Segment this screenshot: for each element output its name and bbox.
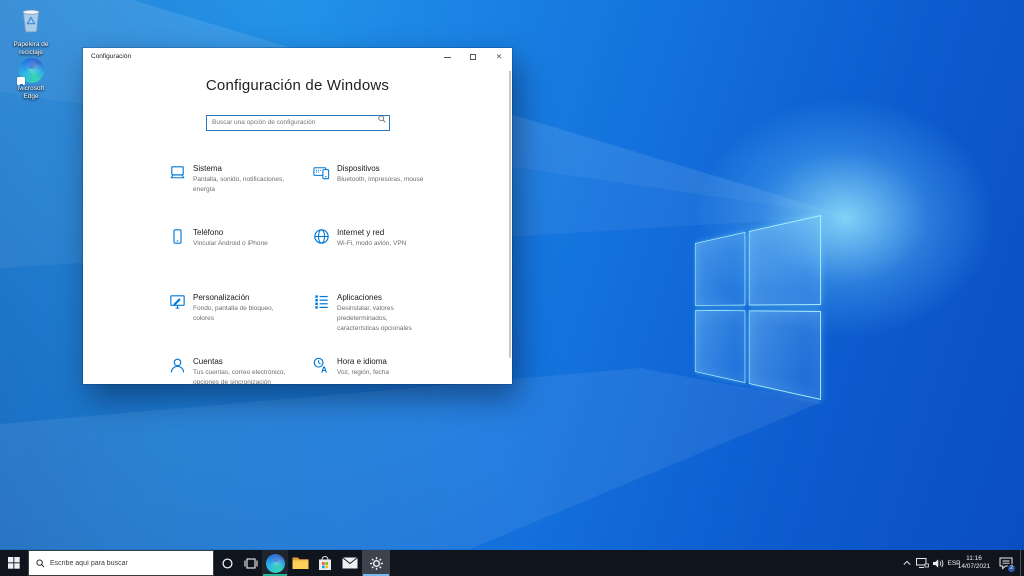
category-title: Aplicaciones	[337, 293, 455, 302]
category-personalizacion[interactable]: Personalización Fondo, pantalla de bloqu…	[168, 292, 311, 324]
desktop-icon-recycle-bin[interactable]: Papelera de reciclaje	[2, 7, 60, 57]
notification-count-badge: 2	[1007, 564, 1016, 573]
microsoft-store-button[interactable]	[312, 550, 337, 576]
category-aplicaciones[interactable]: Aplicaciones Desinstalar, valores predet…	[312, 292, 455, 334]
accounts-icon	[168, 356, 187, 375]
window-title: Configuración	[91, 53, 131, 60]
ethernet-network-icon	[916, 558, 929, 569]
category-desc: Vincular Android o iPhone	[193, 239, 311, 249]
window-titlebar[interactable]: Configuración ✕	[83, 48, 512, 66]
category-desc: Fondo, pantalla de bloqueo, colores	[193, 304, 311, 324]
taskbar-search-box[interactable]	[28, 550, 214, 576]
system-icon	[168, 163, 187, 182]
tray-date: 14/07/2021	[958, 563, 991, 571]
mail-button[interactable]	[337, 550, 362, 576]
category-title: Personalización	[193, 293, 311, 302]
shortcut-arrow-icon	[17, 77, 25, 85]
file-explorer-button[interactable]	[288, 550, 312, 576]
taskbar-search-input[interactable]	[50, 560, 190, 567]
desktop-icon-label: Papelera de reciclaje	[2, 41, 60, 57]
category-title: Hora e idioma	[337, 357, 455, 366]
category-desc: Pantalla, sonido, notificaciones, energí…	[193, 175, 311, 195]
logo-pane	[749, 310, 821, 400]
settings-header: Configuración de Windows	[83, 77, 512, 94]
category-title: Dispositivos	[337, 164, 455, 173]
tray-time: 11:16	[966, 555, 982, 563]
category-desc: Bluetooth, impresoras, mouse	[337, 175, 455, 185]
close-button[interactable]: ✕	[486, 48, 512, 66]
search-icon	[378, 115, 386, 123]
category-title: Internet y red	[337, 228, 455, 237]
show-hidden-icons-button[interactable]	[899, 550, 914, 576]
action-center-button[interactable]: 2	[994, 550, 1018, 576]
minimize-button[interactable]	[434, 48, 460, 66]
cortana-icon	[222, 558, 233, 569]
file-explorer-icon	[292, 556, 309, 570]
mail-icon	[342, 557, 358, 569]
category-desc: Wi-Fi, modo avión, VPN	[337, 239, 455, 249]
gear-icon	[369, 556, 384, 571]
desktop-icon-label: Microsoft Edge	[2, 85, 60, 101]
globe-icon	[312, 227, 331, 246]
category-desc: Desinstalar, valores predeterminados, ca…	[337, 304, 455, 334]
category-sistema[interactable]: Sistema Pantalla, sonido, notificaciones…	[168, 163, 311, 195]
search-icon	[36, 559, 45, 568]
maximize-icon	[470, 54, 476, 60]
category-title: Sistema	[193, 164, 311, 173]
devices-icon	[312, 163, 331, 182]
logo-pane	[695, 310, 745, 383]
clock[interactable]: 11:16 14/07/2021	[954, 550, 994, 576]
microsoft-store-icon	[317, 556, 333, 571]
category-desc: Voz, región, fecha	[337, 368, 455, 378]
category-title: Teléfono	[193, 228, 311, 237]
category-dispositivos[interactable]: Dispositivos Bluetooth, impresoras, mous…	[312, 163, 455, 185]
logo-pane	[749, 215, 821, 305]
desktop-icon-microsoft-edge[interactable]: Microsoft Edge	[2, 58, 60, 101]
edge-icon	[266, 554, 285, 573]
cortana-button[interactable]	[214, 550, 240, 576]
windows-logo-icon	[8, 557, 20, 569]
category-desc: Tus cuentas, correo electrónico, opcione…	[193, 368, 311, 384]
start-button[interactable]	[0, 550, 28, 576]
taskbar: ESP 11:16 14/07/2021 2	[0, 550, 1024, 576]
task-view-icon	[244, 558, 258, 569]
taskbar-settings-button[interactable]	[362, 550, 390, 576]
close-icon: ✕	[496, 53, 502, 61]
wallpaper-windows-logo	[695, 215, 821, 400]
settings-search-input[interactable]	[206, 115, 390, 131]
logo-pane	[695, 232, 745, 305]
windows-desktop: Papelera de reciclaje Microsoft Edge Con…	[0, 0, 1024, 576]
personalization-icon	[168, 292, 187, 311]
time-language-icon: A	[312, 356, 331, 375]
maximize-button[interactable]	[460, 48, 486, 66]
show-desktop-button[interactable]	[1020, 550, 1024, 576]
recycle-bin-icon	[17, 7, 45, 34]
category-hora-idioma[interactable]: A Hora e idioma Voz, región, fecha	[312, 356, 455, 378]
category-telefono[interactable]: Teléfono Vincular Android o iPhone	[168, 227, 311, 249]
phone-icon	[168, 227, 187, 246]
taskbar-edge-button[interactable]	[262, 550, 288, 576]
category-title: Cuentas	[193, 357, 311, 366]
network-status-button[interactable]	[914, 550, 930, 576]
volume-button[interactable]	[930, 550, 946, 576]
chevron-up-icon	[903, 560, 911, 566]
minimize-icon	[444, 57, 451, 58]
category-cuentas[interactable]: Cuentas Tus cuentas, correo electrónico,…	[168, 356, 311, 384]
task-view-button[interactable]	[240, 550, 262, 576]
svg-text:A: A	[321, 365, 327, 375]
apps-icon	[312, 292, 331, 311]
speaker-icon	[933, 559, 944, 568]
category-internet-red[interactable]: Internet y red Wi-Fi, modo avión, VPN	[312, 227, 455, 249]
window-scrollbar[interactable]	[509, 71, 511, 358]
settings-window: Configuración ✕ Configuración de Windows…	[83, 48, 512, 384]
edge-icon	[19, 58, 44, 83]
